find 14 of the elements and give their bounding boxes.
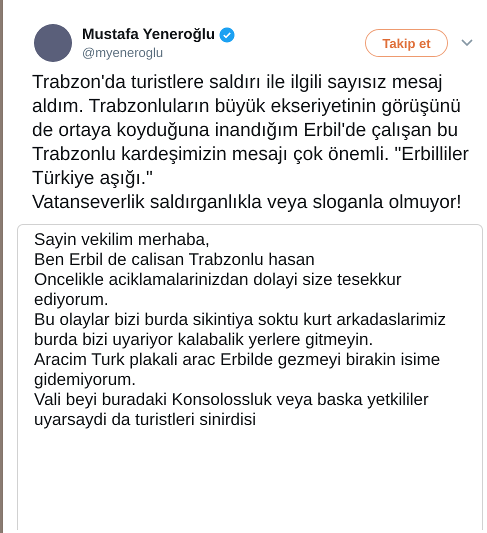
author-name[interactable]: Mustafa Yeneroğlu — [82, 26, 216, 43]
chevron-down-icon[interactable] — [461, 39, 473, 47]
message-text: Bu olaylar bizi burda sikintiya soktu kurt arkadaslarimiz burda bizi uyariyor kalabalik yerlere gitmeyin. — [34, 310, 447, 350]
message-text: Sayin vekilim merhaba, — [34, 230, 211, 250]
message-text: Oncelikle aciklamalarinizdan dolayi size tesekkur ediyorum. — [34, 270, 403, 310]
tweet-text: Trabzon'da turistlere saldırı ile ilgili sayısız mesaj aldım. Trabzonluların büyük ekseriyetinin görüşünü de ortaya koyduğuna inandığım Erbil'de çalışan bu Trabzonlu kardeşimizin mesajı çok önemli. "Erbilliler Türkiye aşığı." — [32, 71, 470, 191]
author-handle[interactable]: @myeneroglu — [82, 45, 365, 60]
message-text: Vali beyi buradaki Konsolossluk veya baska yetkililer uyarsaydi da turistleri sinirdisi — [34, 390, 430, 430]
tweet-text: Vatanseverlik saldırganlıkla veya sloganla olmuyor! — [32, 191, 462, 215]
follow-button[interactable]: Takip et — [365, 29, 448, 57]
message-text: Aracim Turk plakali arac Erbilde gezmeyi birakin isime gidemiyorum. — [34, 350, 442, 390]
message-text: Ben Erbil de calisan Trabzonlu hasan — [34, 250, 316, 270]
attached-image[interactable] — [17, 224, 483, 530]
avatar[interactable] — [34, 24, 72, 62]
